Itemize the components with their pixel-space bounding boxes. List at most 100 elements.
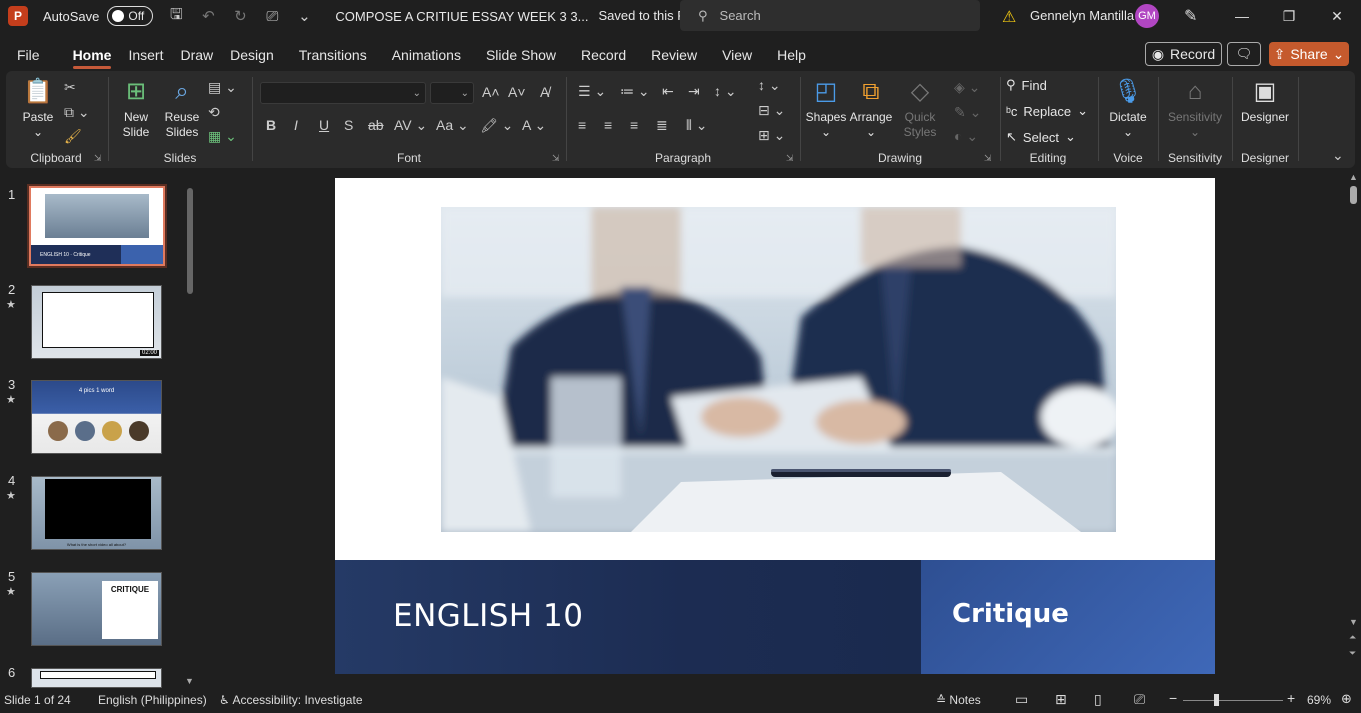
tab-file[interactable]: File bbox=[9, 40, 48, 70]
scrollbar-thumb[interactable] bbox=[1350, 186, 1357, 204]
font-size-dropdown[interactable]: ⌄ bbox=[430, 82, 474, 104]
increase-indent-icon[interactable]: ⇥ bbox=[688, 83, 700, 100]
notes-button[interactable]: ≙ Notes bbox=[936, 693, 981, 707]
new-slide-button[interactable]: ⊞ New Slide bbox=[116, 75, 156, 140]
normal-view-icon[interactable]: ▭ bbox=[1015, 691, 1028, 708]
tab-help[interactable]: Help bbox=[769, 40, 814, 70]
increase-font-icon[interactable]: A˄ bbox=[482, 84, 500, 100]
tab-slide-show[interactable]: Slide Show bbox=[478, 40, 564, 70]
select-button[interactable]: ↖ Select ⌄ bbox=[1006, 129, 1076, 145]
slide-thumbnail-5[interactable]: CRITIQUE bbox=[31, 572, 162, 646]
line-spacing-icon[interactable]: ↕ ⌄ bbox=[714, 83, 737, 100]
align-right-icon[interactable]: ≡ bbox=[630, 117, 638, 133]
close-icon[interactable]: ✕ bbox=[1325, 4, 1349, 28]
format-painter-icon[interactable]: 🖌 bbox=[64, 128, 82, 145]
text-direction-icon[interactable]: ↕ ⌄ bbox=[758, 77, 781, 94]
reset-icon[interactable]: ⟲ bbox=[208, 104, 220, 121]
layout-icon[interactable]: ▤ ⌄ bbox=[208, 79, 237, 96]
smartart-icon[interactable]: ⊞ ⌄ bbox=[758, 127, 785, 144]
change-case-icon[interactable]: Aa ⌄ bbox=[436, 117, 469, 134]
slide-photo[interactable] bbox=[441, 207, 1116, 532]
italic-icon[interactable]: I bbox=[294, 117, 298, 133]
customize-quick-access-icon[interactable]: ⌄ bbox=[295, 7, 313, 25]
previous-slide-icon[interactable]: ⏶ bbox=[1349, 632, 1356, 643]
comments-button[interactable]: 🗨 bbox=[1227, 42, 1261, 66]
tab-home[interactable]: Home bbox=[65, 40, 120, 70]
next-slide-icon[interactable]: ⏷ bbox=[1349, 648, 1356, 659]
scroll-up-icon[interactable]: ▲ bbox=[1349, 172, 1358, 182]
present-icon[interactable]: ⎚ bbox=[263, 7, 281, 25]
dialog-launcher-icon[interactable]: ⇲ bbox=[552, 153, 560, 164]
dictate-button[interactable]: 🎙 Dictate ⌄ bbox=[1106, 75, 1150, 140]
paste-button[interactable]: 📋 Paste ⌄ bbox=[18, 75, 58, 140]
warning-icon[interactable]: ⚠ bbox=[1002, 7, 1016, 27]
find-button[interactable]: ⚲ Find bbox=[1006, 77, 1047, 93]
user-name[interactable]: Gennelyn Mantilla bbox=[1030, 8, 1134, 23]
avatar[interactable]: GM bbox=[1135, 4, 1159, 28]
accessibility-button[interactable]: ♿ Accessibility: Investigate bbox=[219, 693, 363, 707]
replace-button[interactable]: ᵇc Replace ⌄ bbox=[1006, 103, 1088, 119]
shape-outline-icon[interactable]: ✎ ⌄ bbox=[954, 104, 981, 121]
quick-styles-button[interactable]: ◇ Quick Styles bbox=[900, 75, 940, 140]
fit-to-window-icon[interactable]: ⊕ bbox=[1341, 691, 1352, 707]
justify-icon[interactable]: ≣ bbox=[656, 117, 668, 134]
designer-button[interactable]: ▣ Designer bbox=[1238, 75, 1292, 125]
section-icon[interactable]: ▦ ⌄ bbox=[208, 128, 237, 145]
highlight-icon[interactable]: 🖍 ⌄ bbox=[480, 117, 513, 134]
font-name-dropdown[interactable]: ⌄ bbox=[260, 82, 426, 104]
dialog-launcher-icon[interactable]: ⇲ bbox=[786, 153, 794, 164]
decrease-indent-icon[interactable]: ⇤ bbox=[662, 83, 674, 100]
align-center-icon[interactable]: ≡ bbox=[604, 117, 612, 133]
tab-record[interactable]: Record bbox=[573, 40, 634, 70]
tab-view[interactable]: View bbox=[714, 40, 760, 70]
slide-title[interactable]: ENGLISH 10 bbox=[393, 598, 584, 634]
cut-icon[interactable]: ✂ bbox=[64, 79, 76, 96]
decrease-font-icon[interactable]: A˅ bbox=[508, 84, 526, 100]
zoom-level[interactable]: 69% bbox=[1307, 693, 1331, 707]
tab-draw[interactable]: Draw bbox=[172, 40, 221, 70]
copy-icon[interactable]: ⧉ ⌄ bbox=[64, 104, 90, 121]
character-spacing-icon[interactable]: AV ⌄ bbox=[394, 117, 427, 134]
arrange-button[interactable]: ⧉ Arrange ⌄ bbox=[850, 75, 893, 140]
zoom-slider-handle[interactable] bbox=[1214, 694, 1219, 706]
slide-show-icon[interactable]: ⎚ bbox=[1134, 691, 1145, 708]
bold-icon[interactable]: B bbox=[266, 117, 276, 133]
numbering-icon[interactable]: ≔ ⌄ bbox=[620, 83, 650, 100]
shape-fill-icon[interactable]: ◈ ⌄ bbox=[954, 79, 980, 96]
slide-thumbnail-1[interactable]: ENGLISH 10 · Critique bbox=[29, 186, 165, 266]
scroll-down-icon[interactable]: ▼ bbox=[1349, 617, 1358, 627]
dialog-launcher-icon[interactable]: ⇲ bbox=[984, 153, 992, 164]
save-icon[interactable]: 🖫 bbox=[167, 6, 185, 25]
autosave-toggle[interactable]: Off bbox=[107, 6, 154, 26]
tab-insert[interactable]: Insert bbox=[120, 40, 171, 70]
dialog-launcher-icon[interactable]: ⇲ bbox=[94, 153, 102, 164]
redo-icon[interactable]: ↻ bbox=[231, 7, 249, 25]
font-color-icon[interactable]: A ⌄ bbox=[522, 117, 546, 134]
slide-thumbnail-3[interactable]: 4 pics 1 word bbox=[31, 380, 162, 454]
slide-subtitle[interactable]: Critique bbox=[952, 599, 1069, 629]
columns-icon[interactable]: ⫴ ⌄ bbox=[686, 117, 708, 134]
slide-thumbnail-6[interactable] bbox=[31, 668, 162, 688]
thumbnail-scrollbar[interactable]: ▼ bbox=[184, 178, 196, 688]
strikethrough-icon[interactable]: ab bbox=[368, 117, 384, 133]
bullets-icon[interactable]: ☰ ⌄ bbox=[578, 83, 606, 100]
share-button[interactable]: ⇪ Share ⌄ bbox=[1269, 42, 1349, 66]
clear-formatting-icon[interactable]: A̸ bbox=[540, 84, 549, 100]
shadow-icon[interactable]: S bbox=[344, 117, 353, 133]
tab-transitions[interactable]: Transitions bbox=[291, 40, 375, 70]
zoom-in-icon[interactable]: + bbox=[1287, 690, 1295, 706]
zoom-out-icon[interactable]: − bbox=[1169, 690, 1177, 706]
tab-review[interactable]: Review bbox=[643, 40, 705, 70]
underline-icon[interactable]: U bbox=[319, 117, 329, 133]
slide-sorter-icon[interactable]: ⊞ bbox=[1055, 691, 1067, 708]
pen-icon[interactable]: ✎ bbox=[1184, 6, 1197, 26]
language-indicator[interactable]: English (Philippines) bbox=[98, 693, 207, 707]
align-text-icon[interactable]: ⊟ ⌄ bbox=[758, 102, 785, 119]
align-left-icon[interactable]: ≡ bbox=[578, 117, 586, 133]
search-box[interactable]: ⚲ Search bbox=[680, 0, 980, 31]
reading-view-icon[interactable]: ▯ bbox=[1094, 691, 1102, 708]
shapes-button[interactable]: ◰ Shapes ⌄ bbox=[806, 75, 847, 140]
collapse-ribbon-icon[interactable]: ⌄ bbox=[1332, 147, 1344, 164]
restore-icon[interactable]: ❐ bbox=[1277, 4, 1301, 28]
record-button[interactable]: ◉ Record bbox=[1145, 42, 1222, 66]
